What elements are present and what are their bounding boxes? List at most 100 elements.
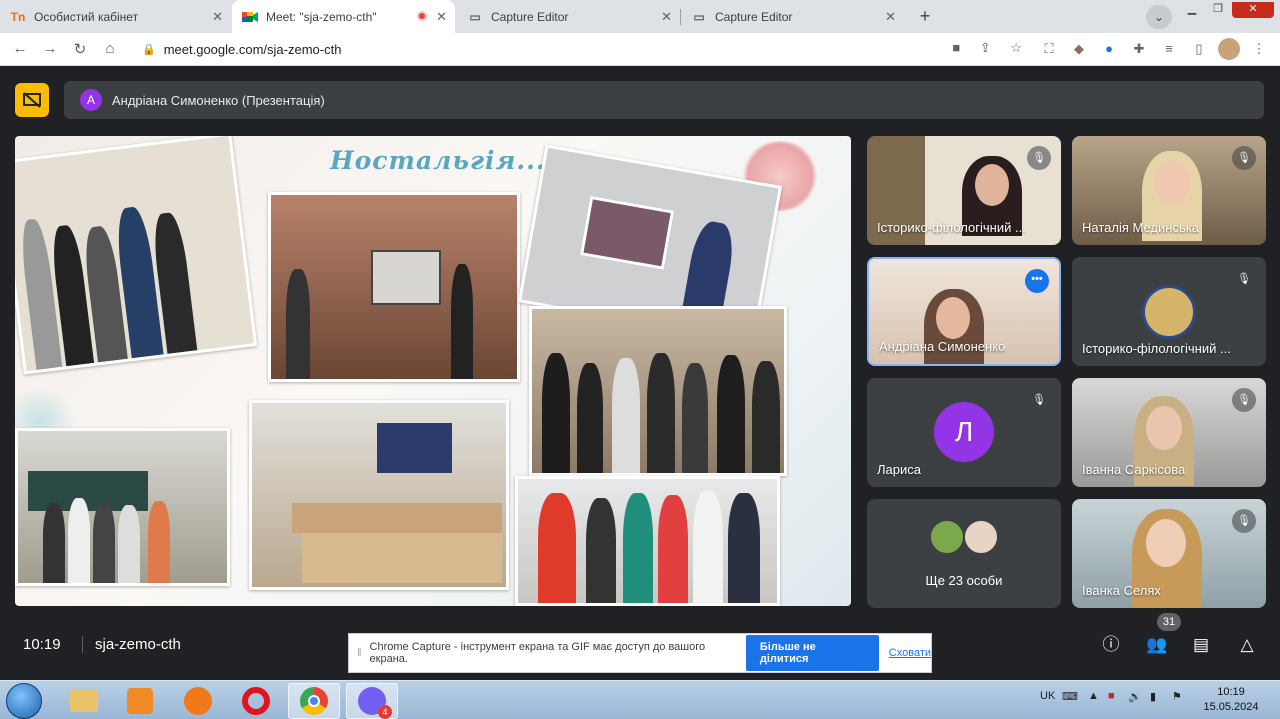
participant-count-badge: 31	[1157, 613, 1181, 631]
viber-badge: 4	[378, 705, 392, 719]
chrome-taskbar-button[interactable]	[288, 683, 340, 719]
tab-search-button[interactable]: ⌄	[1146, 5, 1172, 29]
tray-app-icon[interactable]: ■	[1108, 690, 1115, 702]
explorer-taskbar-button[interactable]	[58, 683, 110, 719]
close-tab-icon[interactable]: ✕	[436, 9, 447, 25]
back-icon[interactable]: ←	[10, 40, 30, 57]
screenshot-extension-icon[interactable]: ⛶	[1040, 41, 1058, 57]
page-icon: ▭	[693, 9, 705, 24]
extension-icon[interactable]: ◆	[1070, 41, 1088, 57]
mic-off-icon: 🎙	[1027, 388, 1051, 412]
action-center-flag-icon[interactable]: ⚑	[1172, 690, 1182, 703]
lock-icon: 🔒	[142, 43, 156, 56]
close-window-button[interactable]: ✕	[1232, 2, 1274, 18]
others-count-label: Ще 23 особи	[925, 573, 1003, 588]
participant-avatar	[963, 519, 999, 555]
capture-extension-icon[interactable]: ●	[1100, 41, 1118, 56]
browser-e-icon	[184, 687, 212, 715]
participant-name: Іванна Саркісова	[1082, 462, 1186, 477]
drag-handle-icon[interactable]: ‖	[357, 647, 362, 659]
close-tab-icon[interactable]: ✕	[885, 9, 896, 25]
keyboard-icon[interactable]: ⌨	[1062, 690, 1078, 703]
participant-name: Лариса	[877, 462, 921, 477]
network-icon[interactable]: ▮	[1150, 690, 1156, 703]
volume-icon[interactable]: 🔊	[1128, 690, 1142, 703]
activities-icon[interactable]: △	[1236, 634, 1258, 656]
close-tab-icon[interactable]: ✕	[212, 9, 223, 25]
language-indicator[interactable]: UK	[1040, 690, 1055, 702]
participant-tile-active[interactable]: ••• Андріана Симоненко	[867, 257, 1061, 366]
participant-name: Історико-філологічний ...	[1082, 341, 1231, 356]
people-icon[interactable]: 👥	[1146, 634, 1168, 656]
folder-icon	[70, 690, 98, 712]
chat-icon[interactable]: ▤	[1190, 634, 1212, 656]
tab-title: Meet: "sja-zemo-cth"	[266, 9, 377, 24]
close-tab-icon[interactable]: ✕	[661, 9, 672, 25]
reload-icon[interactable]: ↻	[70, 40, 90, 58]
browser-menu-icon[interactable]: ⋮	[1250, 41, 1268, 57]
chrome-icon	[300, 687, 328, 715]
tab-title: Capture Editor	[491, 9, 569, 24]
participant-tile[interactable]: 🎙 Іванна Саркісова	[1072, 378, 1266, 487]
bookmark-star-icon[interactable]: ☆	[1010, 40, 1022, 55]
presentation-header: A Андріана Симоненко (Презентація)	[64, 81, 1264, 119]
participant-name: Історико-філологічний ...	[877, 220, 1026, 235]
media-player-taskbar-button[interactable]	[114, 683, 166, 719]
mic-off-icon: 🎙	[1232, 388, 1256, 412]
share-icon[interactable]: ⇪	[980, 40, 991, 55]
restore-button[interactable]: ❐	[1206, 2, 1230, 18]
viber-icon: 4	[358, 687, 392, 719]
presenting-icon[interactable]	[15, 83, 49, 117]
slide-photo-students	[15, 428, 230, 586]
slide-title: Ностальгія...	[330, 146, 546, 175]
participant-tile[interactable]: Л 🎙 Лариса	[867, 378, 1061, 487]
taskbar-clock[interactable]: 10:19 15.05.2024	[1196, 685, 1266, 715]
tab-capture-editor-2[interactable]: ▭ Capture Editor ✕	[681, 0, 904, 33]
participant-tile[interactable]: 🎙 Історико-філологічний ...	[867, 136, 1061, 245]
tn-logo-icon: Tn	[10, 9, 26, 24]
slide-photo-library	[529, 306, 787, 476]
screen-share-notice: ‖ Chrome Capture - інструмент екрана та …	[348, 633, 932, 673]
viber-taskbar-button[interactable]: 4	[346, 683, 398, 719]
recording-indicator-icon	[417, 11, 427, 21]
minimize-button[interactable]: ▁	[1180, 2, 1204, 18]
extensions-puzzle-icon[interactable]: ✚	[1130, 41, 1148, 57]
meet-icon	[242, 9, 258, 25]
participant-tile[interactable]: 🎙 Іванка Селях	[1072, 499, 1266, 608]
tab-meet[interactable]: Meet: "sja-zemo-cth" ✕	[232, 0, 455, 33]
edge-taskbar-button[interactable]	[172, 683, 224, 719]
clock-date: 15.05.2024	[1203, 701, 1259, 713]
meeting-info-icon[interactable]: ⓘ	[1100, 634, 1122, 656]
camera-icon[interactable]: ■	[952, 40, 960, 55]
address-bar[interactable]: 🔒 meet.google.com/sja-zemo-cth ■ ⇪ ☆	[130, 37, 1030, 61]
home-icon[interactable]: ⌂	[100, 40, 120, 57]
participant-tile[interactable]: 🎙 Історико-філологічний ...	[1072, 257, 1266, 366]
hide-link[interactable]: Сховати	[889, 647, 931, 659]
tab-personal-cabinet[interactable]: Tn Особистий кабінет ✕	[0, 0, 231, 33]
faculty-emblem-icon	[1142, 285, 1196, 339]
more-options-icon[interactable]: •••	[1025, 269, 1049, 293]
others-tile[interactable]: Ще 23 особи	[867, 499, 1061, 608]
side-panel-icon[interactable]: ▯	[1190, 41, 1208, 57]
tab-capture-editor-1[interactable]: ▭ Capture Editor ✕	[457, 0, 680, 33]
page-icon: ▭	[469, 9, 481, 24]
participant-avatar	[929, 519, 965, 555]
profile-avatar[interactable]	[1218, 38, 1240, 60]
start-button[interactable]	[6, 683, 42, 719]
browser-tabbar: Tn Особистий кабінет ✕ Meet: "sja-zemo-c…	[0, 0, 1280, 33]
slide-photo-classroom	[268, 192, 520, 382]
tab-title: Особистий кабінет	[34, 9, 139, 24]
tab-title: Capture Editor	[715, 9, 793, 24]
reading-list-icon[interactable]: ≡	[1160, 41, 1178, 56]
stop-sharing-button[interactable]: Більше не ділитися	[745, 635, 879, 671]
participant-name: Іванка Селях	[1082, 583, 1161, 598]
opera-taskbar-button[interactable]	[230, 683, 282, 719]
tray-expand-icon[interactable]: ▲	[1088, 690, 1099, 702]
slide-photo-group	[15, 136, 258, 375]
new-tab-button[interactable]: +	[914, 6, 936, 28]
forward-icon[interactable]: →	[40, 40, 60, 57]
slide-photo-office	[249, 400, 509, 590]
presenter-label: Андріана Симоненко (Презентація)	[112, 92, 325, 108]
notice-text: Chrome Capture - інструмент екрана та GI…	[369, 641, 706, 665]
participant-tile[interactable]: 🎙 Наталія Мединська	[1072, 136, 1266, 245]
